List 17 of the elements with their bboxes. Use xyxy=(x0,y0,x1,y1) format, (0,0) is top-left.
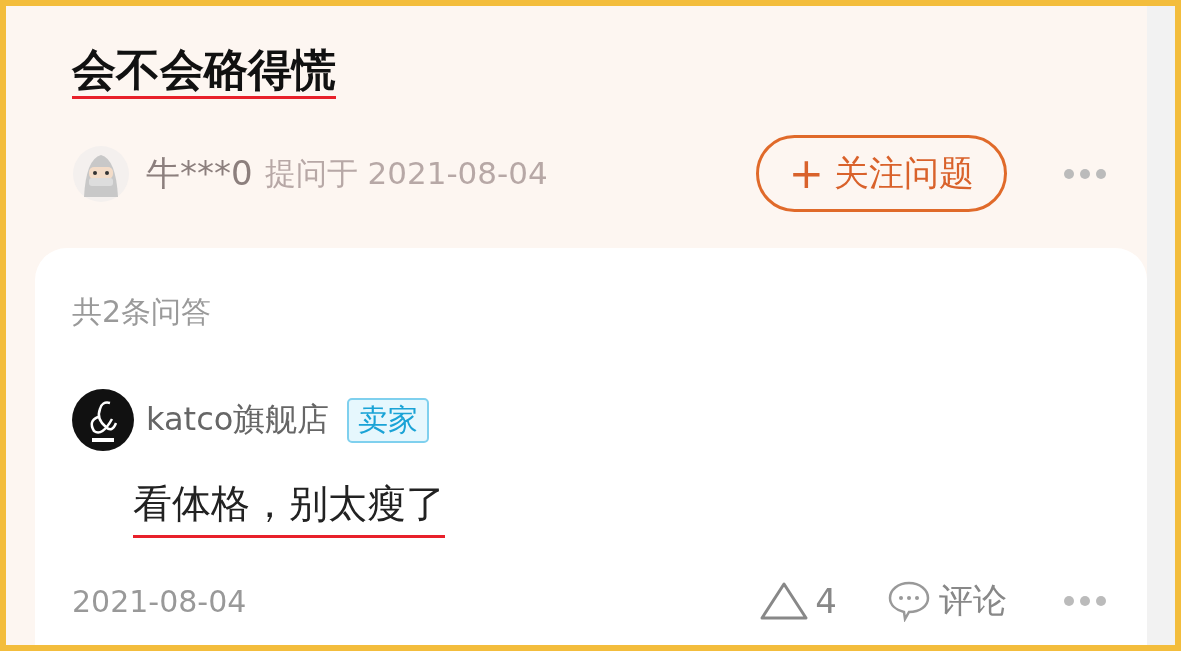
like-button[interactable]: 4 xyxy=(759,581,837,622)
store-logo-icon xyxy=(72,389,134,452)
answer-text: 看体格，别太瘦了 xyxy=(133,477,445,539)
seller-tag: 卖家 xyxy=(347,397,430,443)
comment-icon xyxy=(887,580,931,623)
follow-question-button[interactable]: + 关注问题 xyxy=(755,135,1007,213)
asker-name: 牛***0 xyxy=(146,151,253,195)
triangle-icon xyxy=(759,581,810,622)
answer-count: 共2条问答 xyxy=(72,293,213,332)
answer-author: katco旗舰店 xyxy=(146,399,330,441)
more-icon[interactable] xyxy=(1063,595,1107,608)
answer-date: 2021-08-04 xyxy=(72,583,248,619)
comment-button[interactable]: 评论 xyxy=(887,578,1007,625)
asked-date: 提问于 2021-08-04 xyxy=(264,153,549,193)
question-title: 会不会硌得慌 xyxy=(72,46,336,100)
avatar-icon xyxy=(72,144,130,203)
more-icon[interactable] xyxy=(1063,167,1107,180)
